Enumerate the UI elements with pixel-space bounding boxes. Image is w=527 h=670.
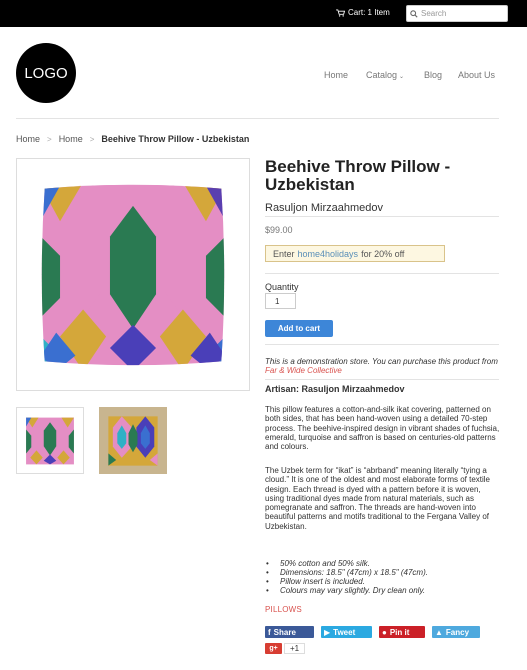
breadcrumb-separator: > <box>47 134 52 144</box>
cart-icon <box>336 8 345 17</box>
product-tag-pillows[interactable]: PILLOWS <box>265 605 302 614</box>
pillow-thumb-image-2 <box>108 415 158 466</box>
google-plus-widget[interactable]: g+ +1 <box>265 643 306 654</box>
search-icon <box>410 9 418 18</box>
divider <box>265 216 499 217</box>
artisan-heading: Artisan: Rasuljon Mirzaahmedov <box>265 384 405 394</box>
breadcrumb: Home > Home > Beehive Throw Pillow - Uzb… <box>16 134 249 144</box>
top-bar: Cart: 1 Item <box>0 0 527 27</box>
facebook-icon: f <box>268 627 271 637</box>
product-thumbnail-1[interactable] <box>16 407 84 474</box>
facebook-share-label: Share <box>273 627 296 637</box>
product-vendor: Rasuljon Mirzaahmedov <box>265 202 383 214</box>
pillow-thumb-image <box>26 417 74 464</box>
product-price: $99.00 <box>265 225 293 235</box>
logo-text: LOGO <box>24 64 68 82</box>
fancy-icon: ▲ <box>435 627 443 637</box>
google-plus-icon[interactable]: g+ <box>265 643 282 654</box>
nav-home[interactable]: Home <box>324 70 348 80</box>
search-input[interactable] <box>421 9 507 18</box>
logo[interactable]: LOGO <box>16 43 76 103</box>
nav-catalog[interactable]: Catalog ⌄ <box>366 70 404 80</box>
google-plus-count: +1 <box>284 643 306 654</box>
promo-code: home4holidays <box>297 248 359 259</box>
nav-blog-label[interactable]: Blog <box>424 70 442 80</box>
promo-prefix: Enter <box>273 248 295 259</box>
nav-about-label[interactable]: About Us <box>458 70 495 80</box>
divider <box>265 273 499 274</box>
pinterest-pin-button[interactable]: ● Pin it <box>379 626 425 638</box>
list-item: Colours may vary slightly. Dry clean onl… <box>265 586 500 595</box>
search-box[interactable] <box>406 5 508 22</box>
product-thumbnail-2[interactable] <box>99 407 167 474</box>
demo-notice: This is a demonstration store. You can p… <box>265 357 500 375</box>
nav-catalog-label[interactable]: Catalog <box>366 70 397 80</box>
nav-home-label[interactable]: Home <box>324 70 348 80</box>
divider <box>265 344 499 345</box>
pinterest-pin-label: Pin it <box>389 627 410 637</box>
fancy-button[interactable]: ▲ Fancy <box>432 626 480 638</box>
pinterest-icon: ● <box>382 627 387 637</box>
fancy-label: Fancy <box>445 627 470 637</box>
breadcrumb-separator: > <box>89 134 95 144</box>
cart-link[interactable]: Cart: 1 Item <box>336 8 390 17</box>
divider <box>265 379 499 380</box>
breadcrumb-home[interactable]: Home <box>16 134 40 144</box>
add-to-cart-button[interactable]: Add to cart <box>265 320 333 337</box>
product-main-image[interactable] <box>16 158 250 391</box>
list-item: 50% cotton and 50% silk. <box>265 559 500 568</box>
twitter-tweet-button[interactable]: ▶ Tweet <box>321 626 372 638</box>
description-paragraph-2: The Uzbek term for “ikat” is “abrband” m… <box>265 466 491 531</box>
quantity-input[interactable] <box>265 293 296 309</box>
breadcrumb-current: Beehive Throw Pillow - Uzbekistan <box>101 134 250 144</box>
twitter-icon: ▶ <box>324 627 331 637</box>
product-title: Beehive Throw Pillow - Uzbekistan <box>265 157 451 194</box>
chevron-down-icon: ⌄ <box>399 74 405 80</box>
product-features-list: 50% cotton and 50% silk. Dimensions: 18.… <box>265 559 500 595</box>
description-paragraph-1: This pillow features a cotton-and-silk i… <box>265 405 500 452</box>
breadcrumb-home-2[interactable]: Home <box>59 134 83 144</box>
twitter-tweet-label: Tweet <box>333 627 356 637</box>
demo-text: This is a demonstration store. You can p… <box>265 357 498 366</box>
list-item: Dimensions: 18.5" (47cm) x 18.5" (47cm). <box>265 568 500 577</box>
promo-suffix: for 20% off <box>361 248 405 259</box>
list-item: Pillow insert is included. <box>265 577 500 586</box>
vendor-store-link[interactable]: Far & Wide Collective <box>265 366 342 375</box>
nav-blog[interactable]: Blog <box>424 70 442 80</box>
quantity-label: Quantity <box>265 282 299 292</box>
divider <box>16 118 499 119</box>
pillow-image <box>41 184 225 365</box>
facebook-share-button[interactable]: f Share <box>265 626 314 638</box>
cart-label: Cart: 1 Item <box>348 8 390 17</box>
nav-about[interactable]: About Us <box>458 70 495 80</box>
promo-banner: Enter home4holidays for 20% off <box>265 245 445 262</box>
